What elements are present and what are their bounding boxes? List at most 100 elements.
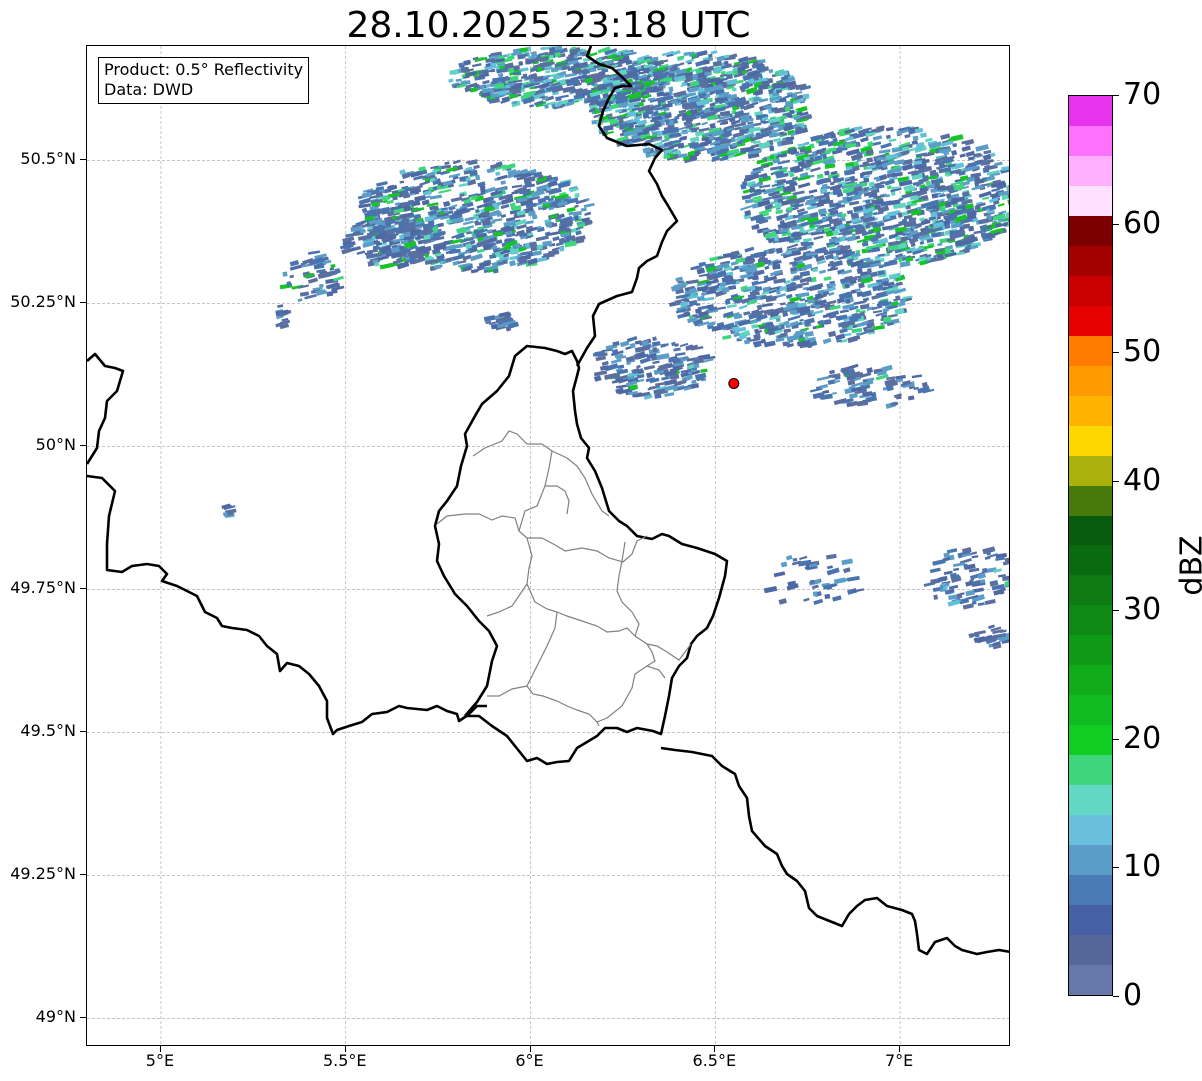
- colorbar-segment: [1069, 335, 1112, 366]
- colorbar-tick-mark: [1113, 481, 1119, 483]
- echo-cell: [974, 630, 986, 636]
- echo-cell: [330, 263, 336, 268]
- colorbar-segment: [1069, 875, 1112, 906]
- echo-cell: [997, 203, 1005, 207]
- echo-cell: [399, 180, 405, 184]
- echo-cell: [552, 236, 560, 242]
- echo-cell: [851, 327, 863, 334]
- border-belgium-france: [87, 352, 125, 465]
- echo-cell: [429, 194, 443, 200]
- echo-cell: [470, 268, 479, 274]
- latitude-tick-mark: [80, 874, 86, 876]
- echo-cell: [832, 595, 842, 602]
- echo-cell: [277, 304, 284, 308]
- radar-map[interactable]: [86, 45, 1010, 1046]
- echo-cell: [1009, 559, 1010, 565]
- echo-cell: [778, 598, 787, 605]
- echo-cell: [863, 177, 870, 183]
- echo-cell: [988, 624, 995, 630]
- map-title: 28.10.2025 23:18 UTC: [346, 5, 751, 46]
- echo-cell: [727, 78, 738, 85]
- colorbar-segment: [1069, 245, 1112, 276]
- latitude-tick-label: 50.25°N: [10, 292, 76, 312]
- echo-cell: [1010, 567, 1011, 571]
- echo-cell: [222, 503, 232, 510]
- latitude-tick-mark: [80, 588, 86, 590]
- echo-cell: [449, 238, 463, 245]
- echo-cell: [855, 308, 861, 313]
- echo-cell: [480, 188, 486, 194]
- echo-cell: [298, 284, 310, 289]
- colorbar-tick-mark: [1113, 95, 1119, 96]
- echo-cell: [603, 124, 614, 132]
- echo-cell: [882, 307, 889, 313]
- echo-cell: [673, 347, 681, 352]
- echo-cell: [464, 86, 472, 93]
- echo-cell: [886, 185, 892, 190]
- echo-cell: [473, 164, 480, 170]
- echo-cell: [886, 126, 894, 132]
- dbz-colorbar: [1068, 95, 1113, 996]
- echo-cell: [860, 136, 869, 143]
- colorbar-tick-mark: [1113, 996, 1119, 997]
- echo-cell: [975, 144, 989, 152]
- echo-cell: [518, 61, 524, 66]
- echo-cell: [555, 96, 562, 102]
- colorbar-tick-mark: [1113, 609, 1119, 611]
- echo-cell: [698, 261, 707, 267]
- longitude-tick-label: 5°E: [145, 1051, 175, 1070]
- echo-cell: [841, 558, 853, 566]
- echo-cell: [767, 77, 774, 84]
- echo-cell: [496, 174, 508, 181]
- echo-cell: [450, 196, 463, 203]
- echo-cell: [983, 150, 992, 155]
- echo-cell: [865, 257, 872, 263]
- echo-cell: [649, 386, 656, 390]
- echo-cell: [738, 304, 748, 310]
- echo-cell: [753, 75, 759, 81]
- echo-cell: [469, 253, 483, 262]
- echo-cell: [829, 369, 836, 375]
- echo-cell: [902, 218, 908, 224]
- colorbar-segment: [1069, 815, 1112, 846]
- echo-cell: [885, 134, 892, 140]
- colorbar-segment: [1069, 275, 1112, 306]
- district-borders: [436, 430, 692, 727]
- echo-cell: [751, 224, 760, 230]
- echo-cell: [449, 69, 459, 75]
- echo-cell: [978, 190, 992, 199]
- latitude-tick-mark: [80, 1017, 86, 1019]
- echo-cell: [973, 587, 984, 593]
- echo-cell: [792, 557, 798, 562]
- echo-cell: [881, 364, 893, 373]
- echo-cell: [566, 207, 576, 213]
- echo-cell: [803, 597, 810, 602]
- longitude-tick-mark: [159, 1046, 161, 1052]
- echo-cell: [361, 207, 368, 214]
- echo-cell: [768, 68, 774, 74]
- echo-cell: [799, 227, 805, 233]
- echo-cell: [856, 400, 869, 407]
- latitude-tick-mark: [80, 302, 86, 304]
- echo-cell: [898, 197, 904, 202]
- echo-cell: [476, 248, 485, 254]
- echo-cell: [646, 372, 653, 379]
- radar-echoes: [221, 46, 1011, 650]
- echo-cell: [932, 558, 946, 566]
- echo-cell: [751, 280, 760, 286]
- echo-cell: [937, 242, 943, 247]
- echo-cell: [857, 282, 865, 289]
- echo-cell: [824, 593, 831, 600]
- echo-cell: [798, 246, 808, 252]
- colorbar-segment: [1069, 215, 1112, 246]
- echo-cell: [726, 304, 737, 309]
- echo-cell: [856, 332, 861, 337]
- echo-cell: [828, 330, 837, 338]
- echo-cell: [652, 360, 660, 365]
- echo-cell: [846, 235, 857, 242]
- colorbar-segment: [1069, 365, 1112, 396]
- echo-cell: [511, 184, 523, 189]
- echo-cell: [810, 166, 821, 173]
- echo-cell: [740, 183, 747, 190]
- echo-cell: [970, 172, 982, 178]
